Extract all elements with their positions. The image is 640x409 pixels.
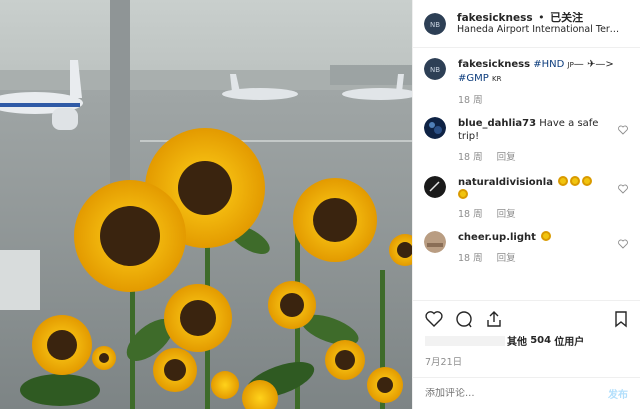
comment-username[interactable]: blue_dahlia73 xyxy=(458,118,536,129)
svg-text:NB: NB xyxy=(430,66,440,74)
sunflower-emoji-icon xyxy=(558,176,569,186)
comment-icon[interactable] xyxy=(455,310,473,328)
likes-count: 504 xyxy=(530,335,552,346)
likes-other-label: 其他 xyxy=(507,337,527,348)
avatar-icon xyxy=(424,231,446,253)
heart-icon[interactable] xyxy=(425,310,443,328)
comment-time: 18 周 xyxy=(458,253,483,264)
heart-icon[interactable] xyxy=(618,125,628,135)
sunflower-emoji-icon xyxy=(541,231,552,241)
hashtag-hnd[interactable]: #HND xyxy=(533,59,564,70)
avatar-icon: NB xyxy=(424,58,446,80)
kr-flag-label: KR xyxy=(491,75,502,83)
avatar-icon xyxy=(424,117,446,139)
reply-button[interactable]: 回复 xyxy=(497,152,516,163)
caption-item: NB fakesickness #HND JP— ✈—> #GMP KR 18 … xyxy=(413,58,640,107)
avatar-icon: NB xyxy=(424,12,446,35)
post-actions: 其他 504 位用户 7月21日 xyxy=(413,300,640,380)
reply-button[interactable]: 回复 xyxy=(497,253,516,264)
avatar[interactable] xyxy=(424,117,446,139)
likes-summary[interactable]: 其他 504 位用户 xyxy=(425,333,630,348)
post-comment-button[interactable]: 发布 xyxy=(608,386,628,401)
post-date: 7月21日 xyxy=(425,357,463,368)
caption-username[interactable]: fakesickness xyxy=(458,59,530,70)
arrow-dash: — xyxy=(573,59,584,70)
caption-time: 18 周 xyxy=(458,95,483,106)
avatar[interactable] xyxy=(424,231,446,253)
post-location[interactable]: Haneda Airport International Term... xyxy=(457,24,627,36)
comment-item: blue_dahlia73 Have a safe trip! 18 周回复 xyxy=(413,117,640,164)
comment-list: NB fakesickness #HND JP— ✈—> #GMP KR 18 … xyxy=(413,58,640,265)
avatar-icon xyxy=(424,176,446,198)
share-icon[interactable] xyxy=(485,310,503,328)
svg-text:NB: NB xyxy=(430,21,440,29)
add-comment-bar: 发布 xyxy=(413,377,640,409)
comment-username[interactable]: naturaldivisionla xyxy=(458,177,553,188)
post-header: NB fakesickness • 已关注 Haneda Airport Int… xyxy=(413,0,640,48)
reply-button[interactable]: 回复 xyxy=(497,209,516,220)
comment-time: 18 周 xyxy=(458,209,483,220)
arrow-right: —> xyxy=(595,59,614,70)
avatar[interactable] xyxy=(424,176,446,198)
comment-item: cheer.up.light 18 周 回复 xyxy=(413,231,640,265)
liked-by-avatars xyxy=(425,335,505,346)
sunflower-airport-image xyxy=(0,0,412,409)
sunflower-emoji-icon xyxy=(570,176,581,186)
likes-suffix: 位用户 xyxy=(554,337,585,348)
post-photo[interactable] xyxy=(0,0,412,409)
heart-icon[interactable] xyxy=(618,184,628,194)
heart-icon[interactable] xyxy=(618,239,628,249)
bookmark-icon[interactable] xyxy=(612,310,630,328)
comment-item: naturaldivisionla 18 周 回复 xyxy=(413,176,640,221)
post-side-panel: NB fakesickness • 已关注 Haneda Airport Int… xyxy=(412,0,640,409)
follow-status-button[interactable]: 已关注 xyxy=(550,12,583,24)
comment-username[interactable]: cheer.up.light xyxy=(458,232,536,243)
hashtag-gmp[interactable]: #GMP xyxy=(458,73,489,84)
comment-time: 18 周 xyxy=(458,152,483,163)
avatar[interactable]: NB xyxy=(424,58,446,80)
separator-dot: • xyxy=(538,11,545,24)
avatar[interactable]: NB xyxy=(424,12,446,35)
instagram-post: NB fakesickness • 已关注 Haneda Airport Int… xyxy=(0,0,640,409)
add-comment-input[interactable] xyxy=(425,388,608,399)
sunflower-emoji-icon xyxy=(582,176,593,186)
sunflower-emoji-icon xyxy=(458,189,468,199)
post-username[interactable]: fakesickness xyxy=(457,12,533,24)
